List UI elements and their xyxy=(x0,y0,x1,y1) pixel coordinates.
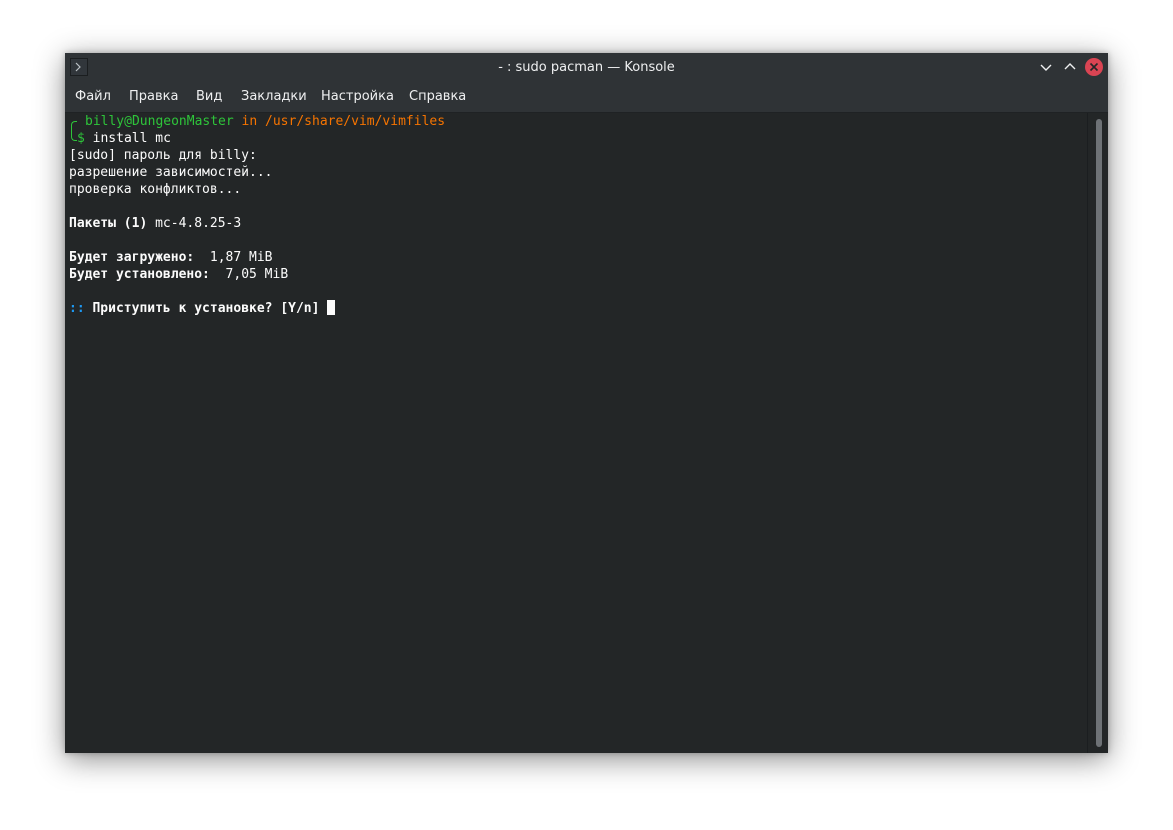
menu-view[interactable]: Вид xyxy=(196,82,222,112)
question-marker: :: xyxy=(69,301,85,316)
close-icon[interactable] xyxy=(1084,57,1104,77)
menu-bar: Файл Правка Вид Закладки Настройка Справ… xyxy=(65,82,1108,113)
vertical-scrollbar[interactable] xyxy=(1087,113,1108,753)
download-value: 1,87 MiB xyxy=(194,250,273,265)
resolving-text: разрешение зависимостей... xyxy=(69,165,273,180)
question-text: Приступить к установке? [Y/n] xyxy=(84,301,328,316)
question-line: :: Приступить к установке? [Y/n] xyxy=(69,300,336,317)
konsole-window: - : sudo pacman — Konsole Файл Правка Ви… xyxy=(65,53,1108,753)
title-bar[interactable]: - : sudo pacman — Konsole xyxy=(65,53,1108,82)
packages-line: Пакеты (1) mc-4.8.25-3 xyxy=(69,215,241,232)
prompt-in: in xyxy=(241,114,258,129)
install-value: 7,05 MiB xyxy=(209,267,289,282)
terminal-output[interactable]: billy@DungeonMaster in /usr/share/vim/vi… xyxy=(65,113,1087,753)
menu-file[interactable]: Файл xyxy=(75,82,111,112)
menu-help[interactable]: Справка xyxy=(409,82,466,112)
menu-edit[interactable]: Правка xyxy=(129,82,178,112)
install-line: Будет установлено: 7,05 MiB xyxy=(69,266,288,283)
window-title: - : sudo pacman — Konsole xyxy=(498,60,675,75)
download-line: Будет загружено: 1,87 MiB xyxy=(69,249,273,266)
download-label: Будет загружено: xyxy=(69,250,195,265)
command-line: $ install mc xyxy=(77,130,171,147)
packages-value: mc-4.8.25-3 xyxy=(147,216,242,231)
maximize-icon[interactable] xyxy=(1060,57,1080,77)
menu-settings[interactable]: Настройка xyxy=(321,82,394,112)
prompt-line: billy@DungeonMaster in /usr/share/vim/vi… xyxy=(85,113,445,130)
scrollbar-thumb[interactable] xyxy=(1096,119,1102,747)
command-text: install mc xyxy=(84,131,171,146)
sudo-prompt: [sudo] пароль для billy: xyxy=(69,148,257,163)
install-label: Будет установлено: xyxy=(69,267,210,282)
menu-bookmarks[interactable]: Закладки xyxy=(241,82,307,112)
prompt-user: billy@DungeonMaster xyxy=(85,114,234,129)
minimize-icon[interactable] xyxy=(1036,57,1056,77)
prompt-path: /usr/share/vim/vimfiles xyxy=(265,114,446,129)
text-cursor xyxy=(327,300,336,315)
prompt-symbol: $ xyxy=(77,131,85,146)
checking-text: проверка конфликтов... xyxy=(69,182,242,197)
packages-label: Пакеты (1) xyxy=(69,216,148,231)
